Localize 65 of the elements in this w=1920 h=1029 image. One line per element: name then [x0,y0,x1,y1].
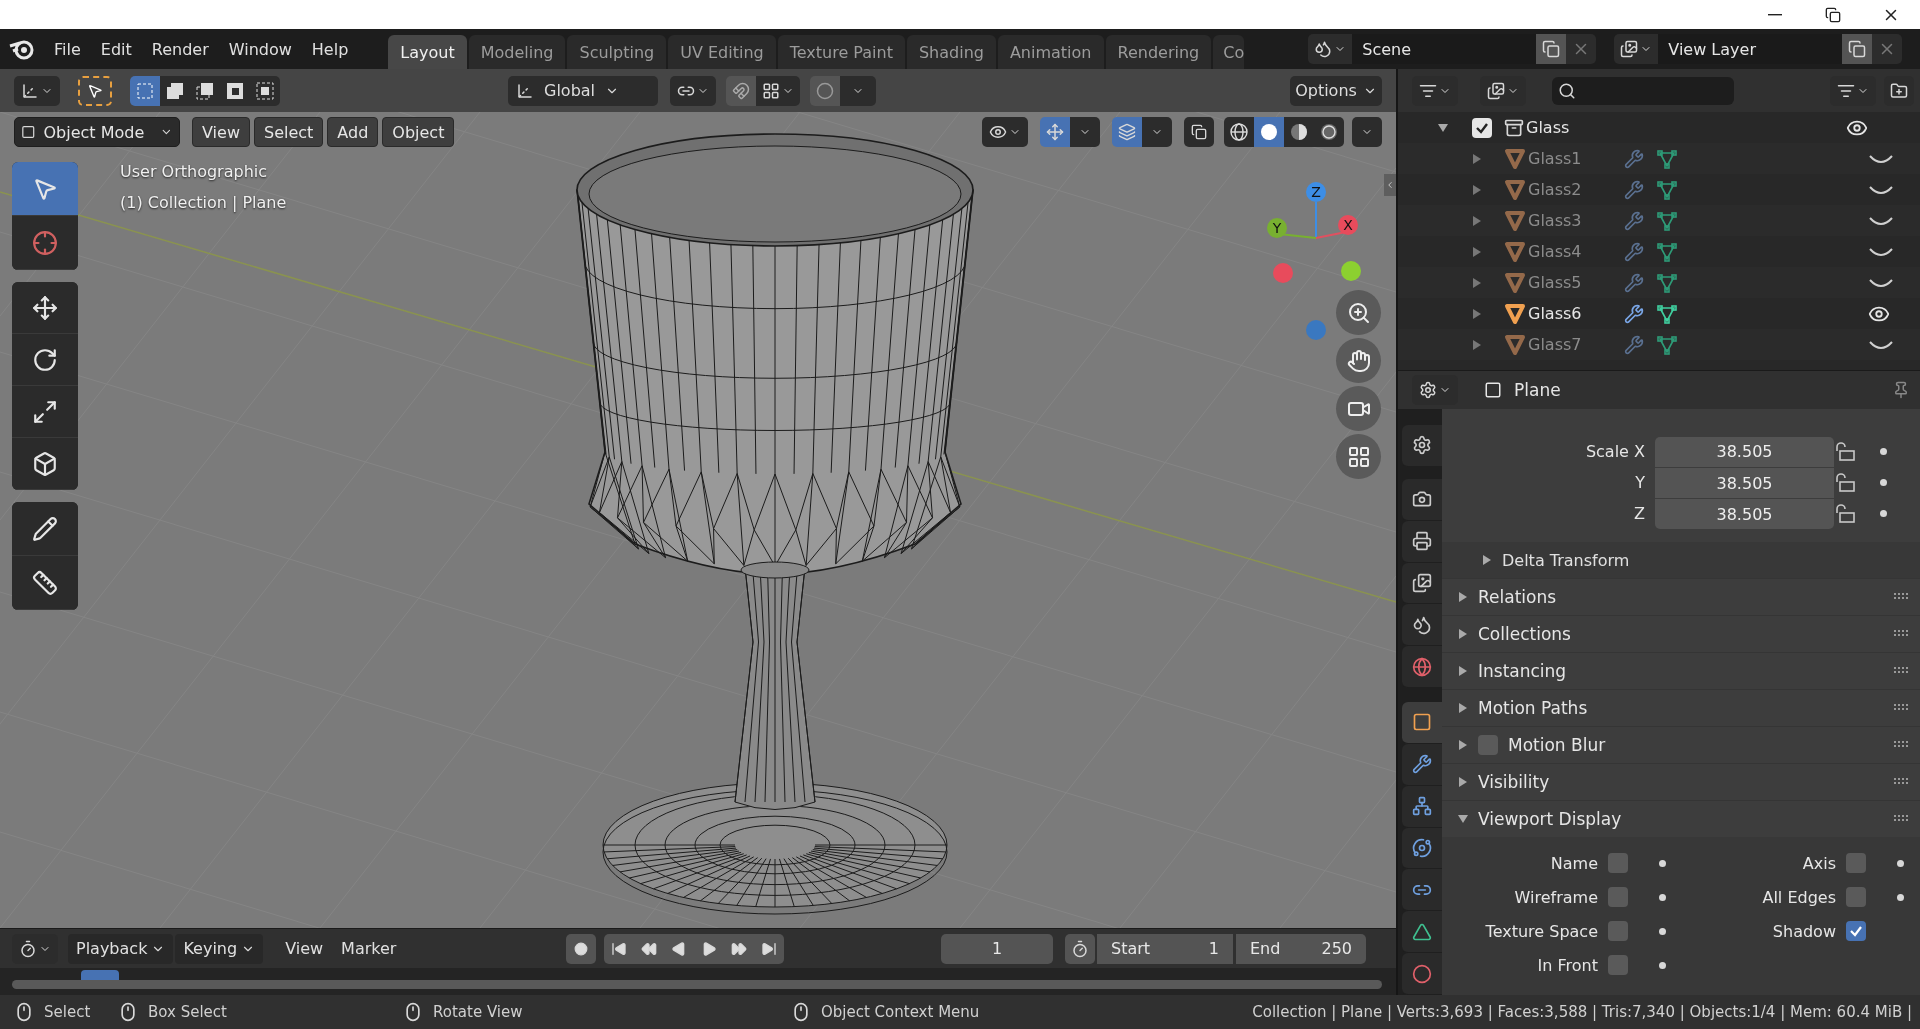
viewport-menu[interactable]: View [192,117,250,147]
current-frame-field[interactable]: 1 [941,933,1053,964]
outliner-item-label: Glass3 [1528,211,1583,230]
field-label: Scale X [1584,442,1646,461]
collection-info: (1) Collection | Plane [120,193,287,212]
workspace-tab[interactable]: Layout [388,35,467,69]
outliner-item-label: Glass4 [1528,242,1583,261]
workspace-tab[interactable]: Sculpting [567,35,667,69]
workspace-tab[interactable]: Rendering [1105,35,1212,69]
option-label: Texture Space [1484,921,1599,941]
field-label: Y [1634,473,1646,492]
option-label: Shadow [1771,921,1837,941]
outliner-item-label: Glass5 [1528,273,1583,292]
field-value: 250 [1321,939,1352,958]
timeline-menu[interactable]: Keying [175,933,264,964]
menu-item[interactable]: Window [218,33,302,65]
axis-handle[interactable]: X [1338,215,1358,235]
viewport-menu[interactable]: Select [253,117,324,147]
menu-item[interactable]: File [44,33,91,65]
outliner-item-label: Glass2 [1528,180,1583,199]
menu-item[interactable]: Help [301,33,359,65]
workspace-tab[interactable]: Shading [906,35,996,69]
viewport-menu[interactable]: Object [382,117,455,147]
scale-field[interactable]: 38.505 [1655,436,1834,467]
view-name: User Orthographic [120,162,267,181]
timeline-menu[interactable]: Marker [333,933,405,964]
subpanel-header[interactable]: Delta Transform [1442,542,1920,578]
outliner-item-label: Glass [1526,118,1571,137]
option-label: In Front [1536,955,1599,975]
scale-field[interactable]: 38.505 [1655,468,1834,498]
outliner-item-label: Glass6 [1528,304,1583,323]
hint-text: Object Context Menu [821,1003,980,1021]
timeline-menu[interactable]: Playback [68,933,174,964]
viewport-menu[interactable]: Add [327,117,379,147]
workspace-tab[interactable]: Co [1213,35,1245,69]
option-label: Name [1549,853,1599,873]
axis-handle[interactable]: Z [1306,182,1326,202]
field-value: 1 [1208,939,1219,958]
menu-item[interactable]: Render [141,33,219,65]
hint-text: Select [44,1003,91,1021]
workspace-tab[interactable]: Texture Paint [777,35,905,69]
axis-handle[interactable]: Y [1267,218,1287,238]
workspace-tab[interactable]: Animation [997,35,1104,69]
hint-text: Box Select [148,1003,227,1021]
option-label: Wireframe [1513,887,1599,907]
workspace-tab[interactable]: Modeling [468,35,566,69]
outliner-item-label: Glass7 [1528,335,1583,354]
workspace-tab[interactable]: UV Editing [668,35,776,69]
hint-text: Rotate View [433,1003,523,1021]
menu-item[interactable]: Edit [90,33,142,65]
field-label: End [1250,939,1281,958]
timeline-menu[interactable]: View [277,933,332,964]
mode-dropdown[interactable]: Object Mode [14,117,180,147]
scale-field[interactable]: 38.505 [1655,499,1834,529]
field-label: Z [1633,504,1646,523]
field-label: Start [1111,939,1151,958]
option-label: Axis [1801,853,1837,873]
outliner-item-label: Glass1 [1528,149,1583,168]
end-frame-field[interactable]: End 250 [1236,933,1366,964]
options-dropdown[interactable]: Options [1290,75,1382,106]
option-label: All Edges [1761,887,1837,907]
scene-statistics: Collection | Plane | Verts:3,693 | Faces:3,588 | Tris:7,340 | Objects:1/4 | Mem: 60.4 MiB | [1252,1003,1912,1021]
object-name: Plane [1514,380,1561,400]
orientation-dropdown[interactable]: Global [508,75,658,106]
start-frame-field[interactable]: Start 1 [1097,933,1233,964]
